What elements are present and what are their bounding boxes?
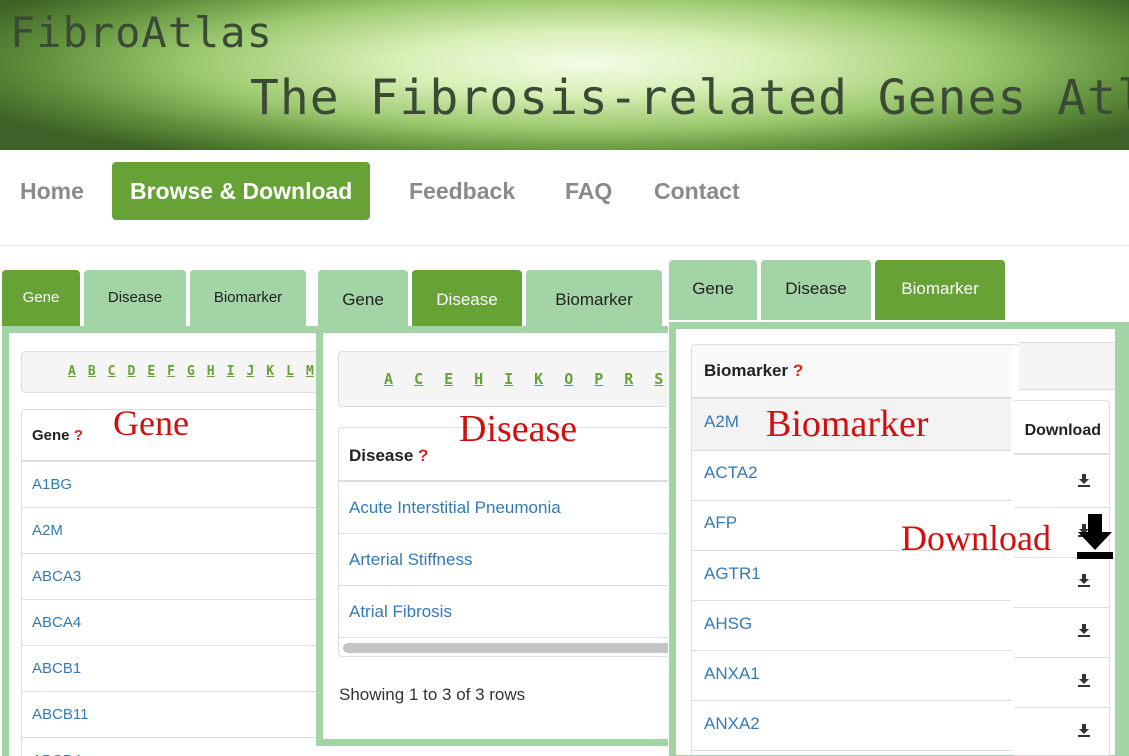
download-icon [1077,514,1113,559]
disease-letter-link[interactable]: C [414,352,435,406]
download-icon[interactable] [1077,473,1091,487]
disease-annotation-label: Disease [459,408,578,450]
gene-letter-link[interactable]: G [187,352,199,392]
gene-letter-link[interactable]: B [88,352,100,392]
biomarker-panel-border [1115,322,1129,756]
gene-letter-link[interactable]: K [266,352,278,392]
gene-panel-tab-gene[interactable]: Gene [2,270,80,326]
disease-panel: Gene Disease Biomarker A C E H I K O P R… [316,270,668,756]
download-icon[interactable] [1077,573,1091,587]
gene-annotation-label: Gene [113,403,189,443]
disease-letter-link[interactable]: K [534,352,555,406]
biomarker-panel-tab-disease[interactable]: Disease [761,260,871,320]
disease-letter-filter: A C E H I K O P R S [338,351,668,407]
gene-help-icon[interactable]: ? [74,427,83,444]
site-banner: FibroAtlas The Fibrosis-related Genes At… [0,0,1129,150]
biomarker-column-label: Biomarker [704,361,789,380]
download-column: Download [1014,400,1110,756]
disease-letter-link[interactable]: O [564,352,585,406]
disease-column-label: Disease [349,446,414,465]
disease-letter-link[interactable]: S [654,352,668,406]
download-icon[interactable] [1077,723,1091,737]
gene-letter-link[interactable]: L [286,352,298,392]
disease-help-icon[interactable]: ? [418,446,428,465]
disease-panel-tab-disease[interactable]: Disease [412,270,522,328]
biomarker-panel-tab-biomarker[interactable]: Biomarker [875,260,1005,320]
download-icon[interactable] [1077,623,1091,637]
nav-faq[interactable]: FAQ [565,162,612,220]
biomarker-help-icon[interactable]: ? [793,361,803,380]
download-column-header: Download [1014,401,1109,455]
site-title: FibroAtlas [10,8,273,57]
gene-letter-link[interactable]: F [167,352,179,392]
main-nav: Home Browse & Download Feedback FAQ Cont… [0,160,1129,246]
table-row[interactable]: Atrial Fibrosis [339,586,668,638]
gene-column-label: Gene [32,427,70,444]
disease-letter-link[interactable]: E [444,352,465,406]
nav-feedback[interactable]: Feedback [409,162,515,220]
disease-panel-body: A C E H I K O P R S Disease ? Acute Inte… [316,326,668,746]
gene-panel-tab-biomarker[interactable]: Biomarker [190,270,306,326]
nav-home[interactable]: Home [20,162,84,220]
pagination-status: Showing 1 to 3 of 3 rows [339,685,526,704]
nav-browse-download[interactable]: Browse & Download [112,162,371,220]
gene-letter-link[interactable]: A [68,352,80,392]
biomarker-search-box[interactable] [1019,342,1129,390]
disease-table: Disease ? Acute Interstitial Pneumonia A… [338,427,668,657]
site-subtitle: The Fibrosis-related Genes Atlas [250,70,1129,126]
disease-letter-link[interactable]: A [384,352,405,406]
biomarker-panel: Gene Disease Biomarker Biomarker ? A2M A… [669,260,1129,756]
gene-letter-link[interactable]: J [246,352,258,392]
download-icon[interactable] [1077,673,1091,687]
biomarker-panel-tab-gene[interactable]: Gene [669,260,757,320]
disease-panel-tab-biomarker[interactable]: Biomarker [526,270,662,328]
disease-letter-link[interactable]: I [504,352,525,406]
gene-letter-link[interactable]: E [147,352,159,392]
nav-contact[interactable]: Contact [654,162,740,220]
table-row[interactable]: Arterial Stiffness [339,534,668,586]
gene-panel-tab-disease[interactable]: Disease [84,270,186,326]
gene-letter-link[interactable]: H [207,352,219,392]
disease-letter-link[interactable]: R [624,352,645,406]
gene-letter-link[interactable]: C [108,352,120,392]
biomarker-annotation-label: Biomarker [766,403,929,445]
gene-letter-link[interactable]: I [227,352,239,392]
disease-letter-link[interactable]: H [474,352,495,406]
gene-letter-link[interactable]: D [127,352,139,392]
download-annotation-label: Download [901,518,1051,558]
table-row[interactable]: Acute Interstitial Pneumonia [339,482,668,534]
horizontal-scrollbar[interactable] [343,643,668,653]
disease-panel-tab-gene[interactable]: Gene [318,270,408,328]
disease-letter-link[interactable]: P [594,352,615,406]
